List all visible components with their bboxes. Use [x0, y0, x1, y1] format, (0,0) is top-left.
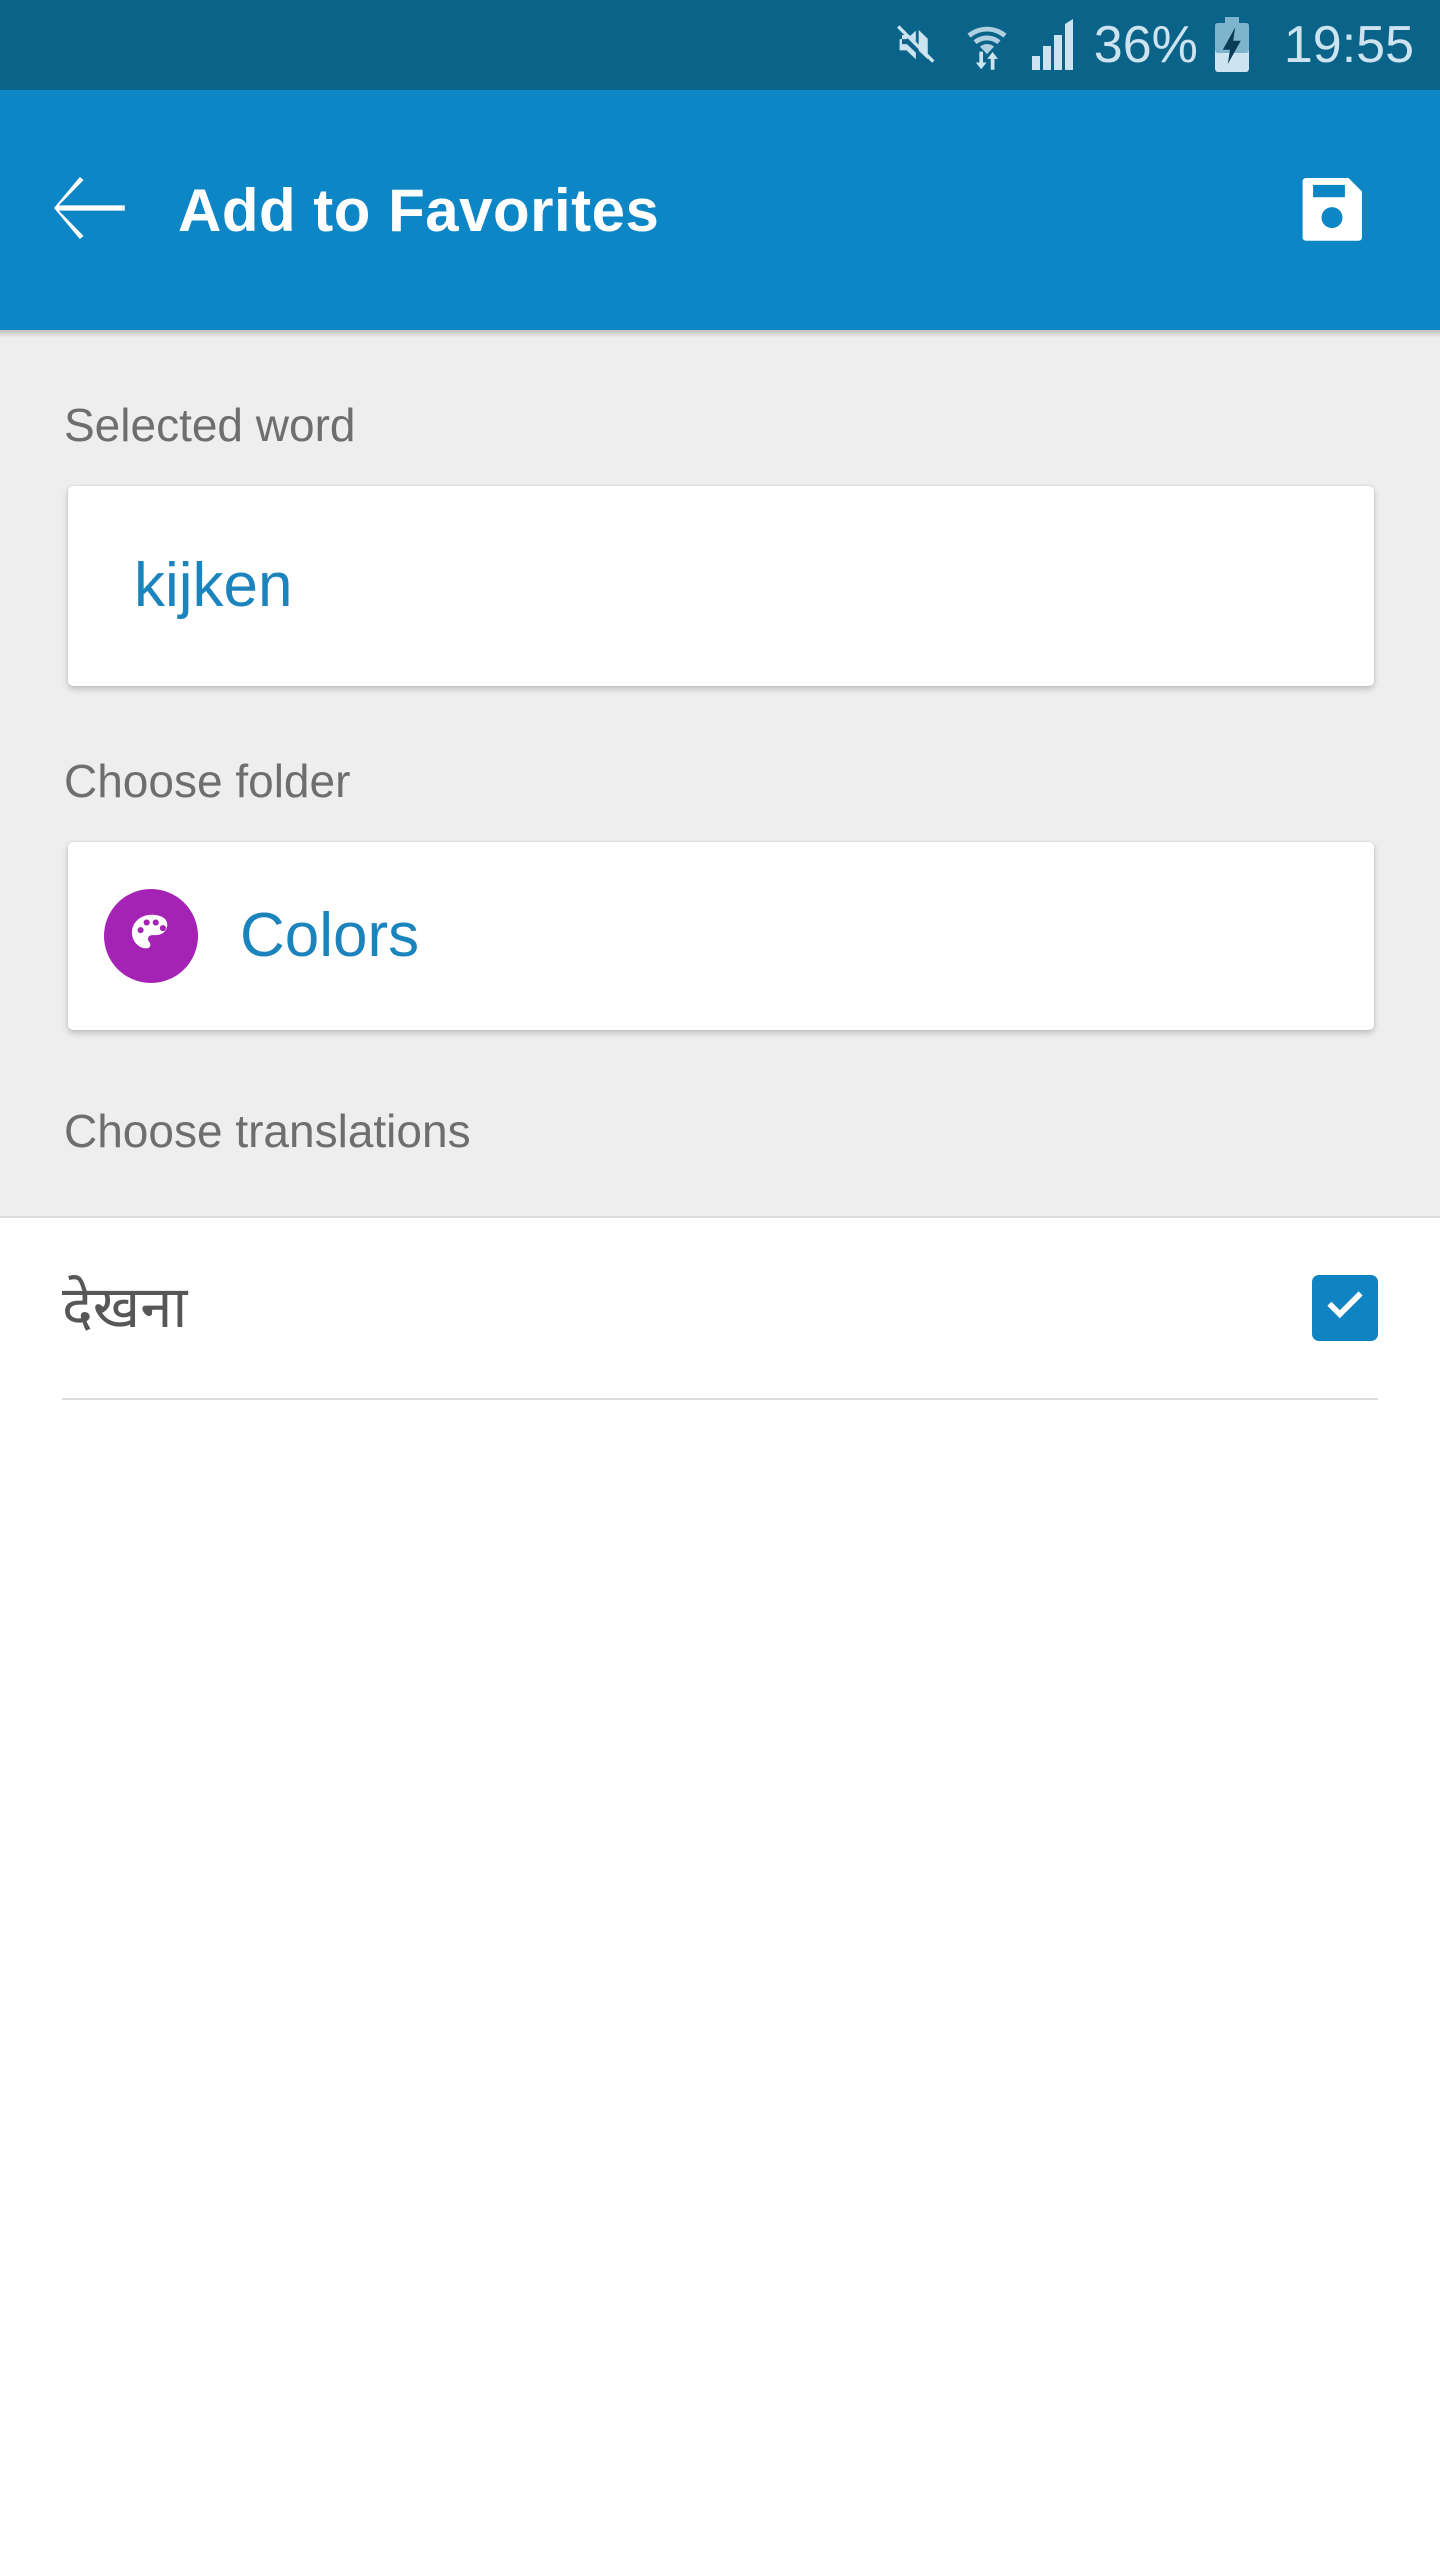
save-floppy-icon: [1296, 172, 1368, 249]
save-button[interactable]: [1284, 162, 1380, 258]
list-item[interactable]: देखना: [0, 1218, 1440, 1398]
selected-word-label: Selected word: [64, 399, 356, 451]
choose-translations-label: Choose translations: [0, 1030, 1440, 1218]
page-title: Add to Favorites: [178, 176, 660, 244]
clock-label: 19:55: [1283, 16, 1414, 74]
wifi-transfer-icon: [962, 18, 1012, 72]
choose-folder-card[interactable]: Colors: [68, 842, 1374, 1030]
translation-list: देखना: [0, 1218, 1440, 1400]
arrow-left-icon: [54, 176, 130, 244]
palette-icon: [125, 908, 177, 965]
translation-checkbox[interactable]: [1312, 1275, 1378, 1341]
translation-text: देखना: [62, 1273, 188, 1342]
mute-icon: [892, 19, 944, 71]
status-bar: 36% 19:55: [0, 0, 1440, 90]
selected-word-card[interactable]: kijken: [68, 486, 1374, 686]
status-bar-icons: 36% 19:55: [892, 17, 1414, 73]
battery-charging-icon: [1212, 17, 1252, 73]
form-content: Selected word kijken Choose folder Color…: [0, 330, 1440, 1218]
choose-folder-label: Choose folder: [64, 755, 351, 807]
back-button[interactable]: [44, 162, 140, 258]
empty-list-area: [0, 1400, 1440, 2560]
avatar: [104, 889, 198, 983]
screen-root: 36% 19:55 Add to Favorites Selected word…: [0, 0, 1440, 2560]
cellular-signal-icon: [1030, 19, 1076, 71]
battery-percent-label: 36%: [1093, 16, 1198, 74]
app-bar: Add to Favorites: [0, 90, 1440, 338]
folder-name-label: Colors: [240, 901, 420, 970]
selected-word-value: kijken: [134, 551, 293, 620]
check-icon: [1322, 1283, 1368, 1334]
